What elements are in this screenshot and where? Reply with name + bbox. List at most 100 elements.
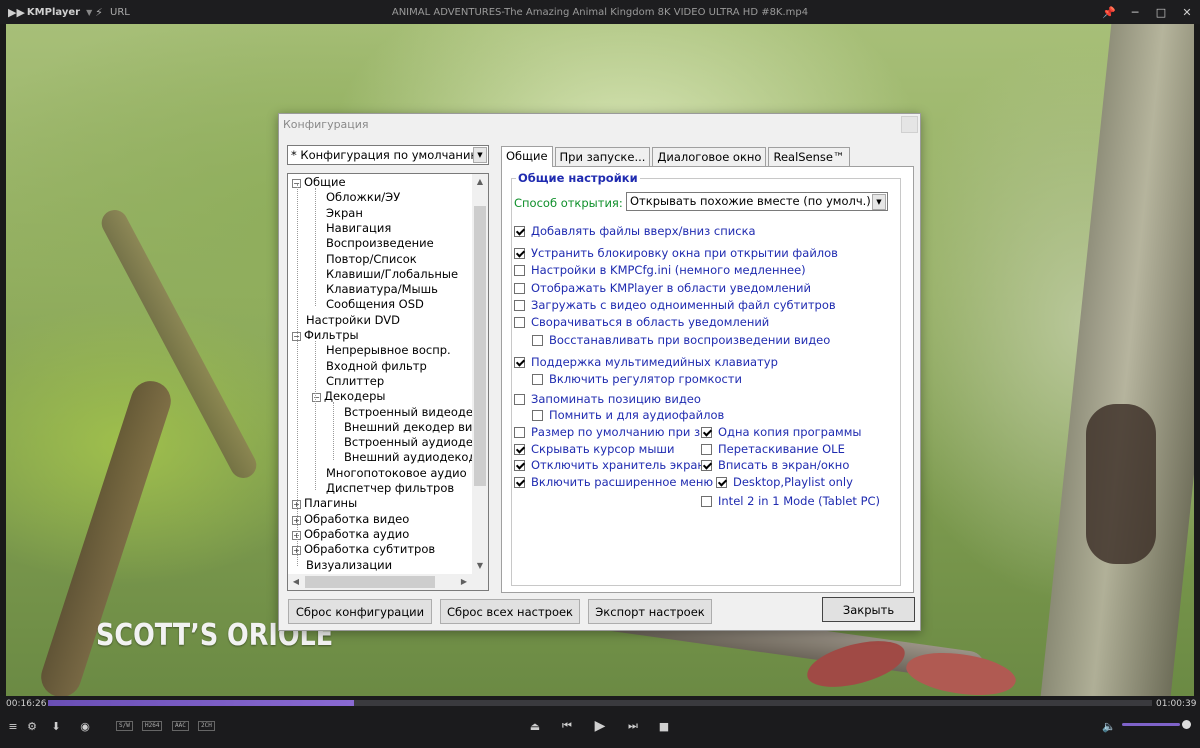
speaker-icon[interactable]: 🔈 <box>1100 718 1118 734</box>
checkbox-unchecked-icon[interactable] <box>514 282 525 294</box>
option-checkbox[interactable]: Вписать в экран/окно <box>701 458 849 472</box>
scroll-right-icon[interactable]: ▶ <box>456 574 472 590</box>
tree-item[interactable]: Клавиши/Глобальные <box>326 267 458 282</box>
checkbox-checked-icon[interactable] <box>514 225 525 237</box>
reset-all-button[interactable]: Сброс всех настроек <box>440 599 580 624</box>
option-checkbox[interactable]: Скрывать курсор мыши <box>514 442 674 456</box>
previous-icon[interactable]: ⏮ <box>558 718 576 734</box>
checkbox-checked-icon[interactable] <box>514 443 525 455</box>
tab-dialog-window[interactable]: Диалоговое окно <box>652 147 767 167</box>
checkbox-checked-icon[interactable] <box>701 459 712 471</box>
download-icon[interactable]: ⬇ <box>44 718 68 734</box>
tree-item[interactable]: Обложки/ЭУ <box>326 190 400 205</box>
tree-item[interactable]: Встроенный аудиодекодер <box>344 435 474 450</box>
checkbox-checked-icon[interactable] <box>716 476 727 488</box>
checkbox-checked-icon[interactable] <box>514 356 525 368</box>
dialog-close-button[interactable] <box>901 116 918 133</box>
tree-item[interactable]: + Обработка видео <box>292 512 409 527</box>
tree-item[interactable]: − Декодеры <box>312 389 385 404</box>
minimize-button[interactable]: ─ <box>1122 0 1148 24</box>
close-dialog-button[interactable]: Закрыть <box>822 597 915 622</box>
export-settings-button[interactable]: Экспорт настроек <box>588 599 712 624</box>
checkbox-unchecked-icon[interactable] <box>532 373 543 385</box>
scroll-down-icon[interactable]: ▼ <box>472 558 488 574</box>
option-checkbox[interactable]: Восстанавливать при воспроизведении виде… <box>532 333 830 347</box>
checkbox-unchecked-icon[interactable] <box>514 393 525 405</box>
reset-config-button[interactable]: Сброс конфигурации <box>288 599 432 624</box>
option-checkbox[interactable]: Сворачиваться в область уведомлений <box>514 315 769 329</box>
option-checkbox[interactable]: Загружать с видео одноименный файл субти… <box>514 298 836 312</box>
checkbox-unchecked-icon[interactable] <box>514 426 525 438</box>
tree-item[interactable]: Визуализации <box>306 558 392 573</box>
lightning-icon[interactable]: ⚡ <box>88 6 110 19</box>
open-method-select[interactable]: Открывать похожие вместе (по умолч.) ▼ <box>626 192 888 211</box>
checkbox-unchecked-icon[interactable] <box>514 316 525 328</box>
checkbox-unchecked-icon[interactable] <box>701 443 712 455</box>
tree-item[interactable]: Повтор/Список <box>326 252 417 267</box>
checkbox-unchecked-icon[interactable] <box>701 495 712 507</box>
tree-item[interactable]: Настройки DVD <box>306 313 400 328</box>
close-button[interactable]: ✕ <box>1174 0 1200 24</box>
option-checkbox[interactable]: Устранить блокировку окна при открытии ф… <box>514 246 838 260</box>
tree-vertical-scrollbar[interactable]: ▲ ▼ <box>472 174 488 574</box>
scroll-up-icon[interactable]: ▲ <box>472 174 488 190</box>
option-checkbox[interactable]: Запоминать позицию видео <box>514 392 701 406</box>
gear-icon[interactable]: ⚙ <box>24 718 40 734</box>
option-checkbox[interactable]: Помнить и для аудиофайлов <box>532 408 724 422</box>
option-checkbox[interactable]: Настройки в KMPCfg.ini (немного медленне… <box>514 263 806 277</box>
scroll-left-icon[interactable]: ◀ <box>288 574 304 590</box>
play-icon[interactable]: ▶ <box>591 718 609 734</box>
tree-item[interactable]: − Общие <box>292 175 346 190</box>
checkbox-unchecked-icon[interactable] <box>532 334 543 346</box>
tree-item[interactable]: Воспроизведение <box>326 236 434 251</box>
stop-icon[interactable]: ■ <box>655 718 673 734</box>
tree-item[interactable]: Многопотоковое аудио <box>326 466 467 481</box>
tree-item[interactable]: Встроенный видеодекодер <box>344 405 474 420</box>
vr-icon[interactable]: ◉ <box>74 718 96 734</box>
option-checkbox[interactable]: Добавлять файлы вверх/вниз списка <box>514 224 756 238</box>
checkbox-checked-icon[interactable] <box>514 476 525 488</box>
scroll-thumb[interactable] <box>474 206 486 486</box>
app-menu[interactable]: ▶▶ KMPlayer ▼ <box>0 6 92 19</box>
chevron-down-icon[interactable]: ▼ <box>872 194 886 210</box>
tree-item[interactable]: − Фильтры <box>292 328 359 343</box>
chevron-down-icon[interactable]: ▼ <box>473 147 487 163</box>
next-icon[interactable]: ⏭ <box>624 718 642 734</box>
option-checkbox[interactable]: Одна копия программы <box>701 425 861 439</box>
option-checkbox[interactable]: Отключить хранитель экрана <box>514 458 712 472</box>
option-checkbox[interactable]: Desktop,Playlist only <box>716 475 853 489</box>
volume-slider[interactable] <box>1122 723 1180 726</box>
tree-item[interactable]: Непрерывное воспр. <box>326 343 451 358</box>
checkbox-checked-icon[interactable] <box>514 247 525 259</box>
menu-icon[interactable]: ≡ <box>6 718 20 734</box>
checkbox-checked-icon[interactable] <box>514 459 525 471</box>
url-button[interactable]: URL <box>110 7 170 18</box>
tree-item[interactable]: + Плагины <box>292 496 357 511</box>
maximize-button[interactable]: □ <box>1148 0 1174 24</box>
tree-item[interactable]: Сплиттер <box>326 374 384 389</box>
eject-icon[interactable]: ⏏ <box>526 718 544 734</box>
tab-startup[interactable]: При запуске... <box>554 147 651 167</box>
tree-horizontal-scrollbar[interactable]: ◀ ▶ <box>288 574 488 590</box>
option-checkbox[interactable]: Включить расширенное меню <box>514 475 713 489</box>
option-checkbox[interactable]: Размер по умолчанию при запуске <box>514 425 700 439</box>
tree-item[interactable]: Навигация <box>326 221 391 236</box>
tree-item[interactable]: Диспетчер фильтров <box>326 481 454 496</box>
tree-item[interactable]: Клавиатура/Мышь <box>326 282 438 297</box>
scroll-thumb[interactable] <box>305 576 435 588</box>
collapse-icon[interactable]: − <box>312 393 321 403</box>
checkbox-checked-icon[interactable] <box>701 426 712 438</box>
volume-knob[interactable] <box>1182 720 1191 729</box>
checkbox-unchecked-icon[interactable] <box>532 409 543 421</box>
config-profile-select[interactable]: * Конфигурация по умолчанию ▼ <box>287 145 489 165</box>
tree-item[interactable]: Внешний декодер видео <box>344 420 474 435</box>
option-checkbox[interactable]: Включить регулятор громкости <box>532 372 742 386</box>
tab-general[interactable]: Общие <box>501 146 553 167</box>
pin-icon[interactable]: 📌 <box>1096 0 1122 24</box>
tree-item[interactable]: + Обработка субтитров <box>292 542 435 557</box>
tree-item[interactable]: Входной фильтр <box>326 359 427 374</box>
option-checkbox[interactable]: Intel 2 in 1 Mode (Tablet PC) <box>701 494 880 508</box>
tree-item[interactable]: Экран <box>326 206 363 221</box>
tree-item[interactable]: Сообщения OSD <box>326 297 424 312</box>
option-checkbox[interactable]: Поддержка мультимедийных клавиатур <box>514 355 778 369</box>
